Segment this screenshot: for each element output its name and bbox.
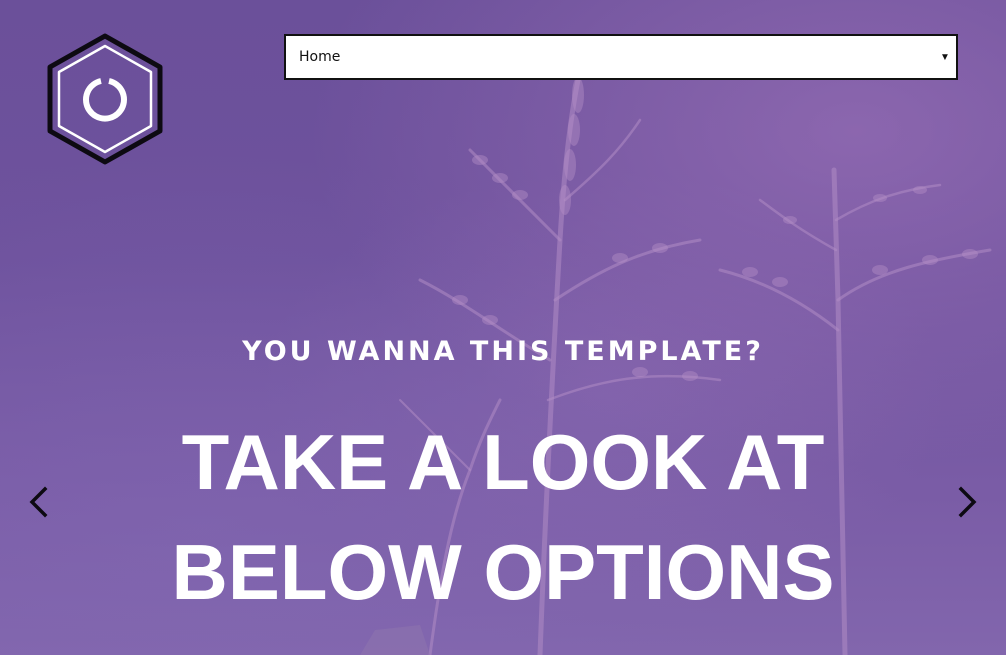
chevron-left-icon bbox=[29, 486, 48, 518]
chevron-down-icon: ▼ bbox=[940, 51, 950, 63]
hero-headline: TAKE A LOOK AT BELOW OPTIONS bbox=[171, 418, 835, 616]
chevron-right-icon bbox=[958, 486, 977, 518]
hero-eyebrow: YOU WANNA THIS TEMPLATE? bbox=[242, 336, 764, 367]
site-logo[interactable] bbox=[46, 33, 164, 165]
nav-select[interactable]: Home ▼ bbox=[284, 34, 958, 80]
slider-prev-button[interactable] bbox=[24, 485, 54, 519]
nav-select-value: Home bbox=[299, 49, 341, 65]
slider-next-button[interactable] bbox=[952, 485, 982, 519]
hexagon-power-logo-icon bbox=[47, 33, 163, 165]
